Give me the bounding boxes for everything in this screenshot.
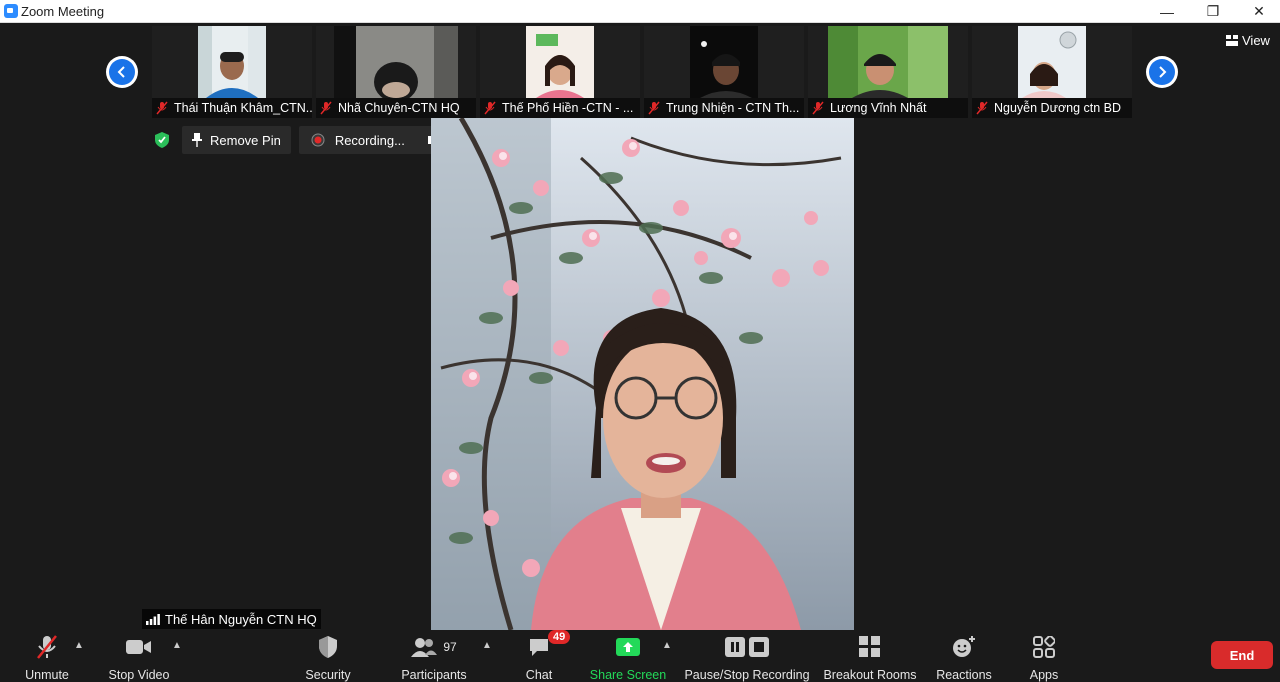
share-options-caret[interactable]: ▲ bbox=[662, 640, 672, 651]
participant-name-tag: Thế Phố Hiền -CTN - ... bbox=[480, 98, 640, 118]
participant-video bbox=[334, 26, 458, 98]
view-button[interactable]: View bbox=[1226, 33, 1270, 48]
apps-button[interactable]: Apps bbox=[1026, 632, 1062, 682]
security-button[interactable]: Security bbox=[304, 632, 352, 682]
participants-options-caret[interactable]: ▲ bbox=[482, 640, 492, 651]
breakout-rooms-button[interactable]: Breakout Rooms bbox=[823, 632, 917, 682]
reaction-smiley-icon bbox=[953, 636, 975, 657]
pause-icon bbox=[725, 637, 745, 657]
connection-signal-icon bbox=[146, 613, 160, 625]
muted-mic-icon bbox=[976, 101, 988, 115]
grid-view-icon bbox=[1226, 35, 1238, 46]
participant-tile[interactable]: Lương Vĩnh Nhất bbox=[808, 26, 968, 118]
participant-tile[interactable]: Thế Phố Hiền -CTN - ... bbox=[480, 26, 640, 118]
audio-options-caret[interactable]: ▲ bbox=[74, 640, 84, 651]
participant-video bbox=[828, 26, 948, 98]
muted-mic-icon bbox=[812, 101, 824, 115]
previous-page-button[interactable] bbox=[106, 56, 138, 88]
chevron-left-icon bbox=[117, 66, 125, 78]
next-page-button[interactable] bbox=[1146, 56, 1178, 88]
stop-icon bbox=[749, 637, 769, 657]
close-button[interactable]: ✕ bbox=[1236, 0, 1280, 23]
video-camera-icon bbox=[126, 640, 151, 654]
share-screen-button[interactable]: Share Screen bbox=[590, 632, 666, 682]
pin-icon bbox=[192, 133, 202, 147]
participant-strip: Thái Thuận Khâm_CTN... Nhã Chuyên-CTN HQ bbox=[0, 24, 1280, 118]
end-meeting-button[interactable]: End bbox=[1211, 641, 1273, 669]
participant-video bbox=[690, 26, 758, 98]
active-speaker-name-tag: Thế Hân Nguyễn CTN HQ bbox=[142, 609, 321, 629]
participant-video bbox=[526, 26, 594, 98]
active-speaker-video bbox=[431, 118, 854, 630]
recording-dot-icon bbox=[311, 133, 325, 147]
participant-name-tag: Thái Thuận Khâm_CTN... bbox=[152, 98, 312, 118]
participant-name-tag: Nguyễn Dương ctn BD bbox=[972, 98, 1132, 118]
meeting-toolbar: Unmute ▲ Stop Video ▲ Security 97 Partic… bbox=[0, 630, 1280, 682]
chat-button[interactable]: 49 Chat bbox=[522, 630, 571, 682]
participant-tile[interactable]: Nguyễn Dương ctn BD bbox=[972, 26, 1132, 118]
participants-icon bbox=[411, 638, 438, 657]
chevron-right-icon bbox=[1159, 66, 1167, 78]
video-options-caret[interactable]: ▲ bbox=[172, 640, 182, 651]
participant-tile[interactable]: Thái Thuận Khâm_CTN... bbox=[152, 26, 312, 118]
zoom-logo-icon bbox=[4, 4, 18, 18]
chat-bubble-icon bbox=[530, 639, 548, 656]
participant-video bbox=[198, 26, 266, 98]
unmute-button[interactable]: Unmute bbox=[22, 632, 72, 682]
remove-pin-button[interactable]: Remove Pin bbox=[182, 126, 291, 154]
breakout-rooms-icon bbox=[859, 636, 880, 657]
participant-name-tag: Trung Nhiện - CTN Th... bbox=[644, 98, 804, 118]
participants-button[interactable]: 97 Participants bbox=[400, 632, 468, 682]
stop-video-button[interactable]: Stop Video bbox=[106, 632, 172, 682]
pause-stop-recording-button[interactable]: Pause/Stop Recording bbox=[684, 632, 810, 682]
muted-mic-icon bbox=[484, 101, 496, 115]
minimize-button[interactable]: — bbox=[1144, 0, 1190, 23]
muted-mic-icon bbox=[648, 101, 660, 115]
security-shield-icon[interactable] bbox=[152, 126, 172, 154]
participant-name-tag: Nhã Chuyên-CTN HQ bbox=[316, 98, 476, 118]
reactions-button[interactable]: Reactions bbox=[936, 632, 992, 682]
share-screen-icon bbox=[616, 638, 640, 656]
muted-mic-icon bbox=[320, 101, 332, 115]
apps-icon bbox=[1033, 636, 1055, 658]
participant-video bbox=[1018, 26, 1086, 98]
window-title: Zoom Meeting bbox=[21, 4, 105, 19]
muted-mic-icon bbox=[156, 101, 168, 115]
participant-name-tag: Lương Vĩnh Nhất bbox=[808, 98, 968, 118]
participant-tile[interactable]: Nhã Chuyên-CTN HQ bbox=[316, 26, 476, 118]
participant-tile[interactable]: Trung Nhiện - CTN Th... bbox=[644, 26, 804, 118]
restore-button[interactable]: ❐ bbox=[1190, 0, 1236, 23]
muted-mic-icon bbox=[37, 635, 57, 659]
shield-icon bbox=[319, 636, 337, 658]
chat-unread-badge: 49 bbox=[548, 630, 571, 644]
meeting-info-bar: Remove Pin Recording... bbox=[152, 126, 475, 154]
title-bar: Zoom Meeting — ❐ ✕ bbox=[0, 0, 1280, 23]
